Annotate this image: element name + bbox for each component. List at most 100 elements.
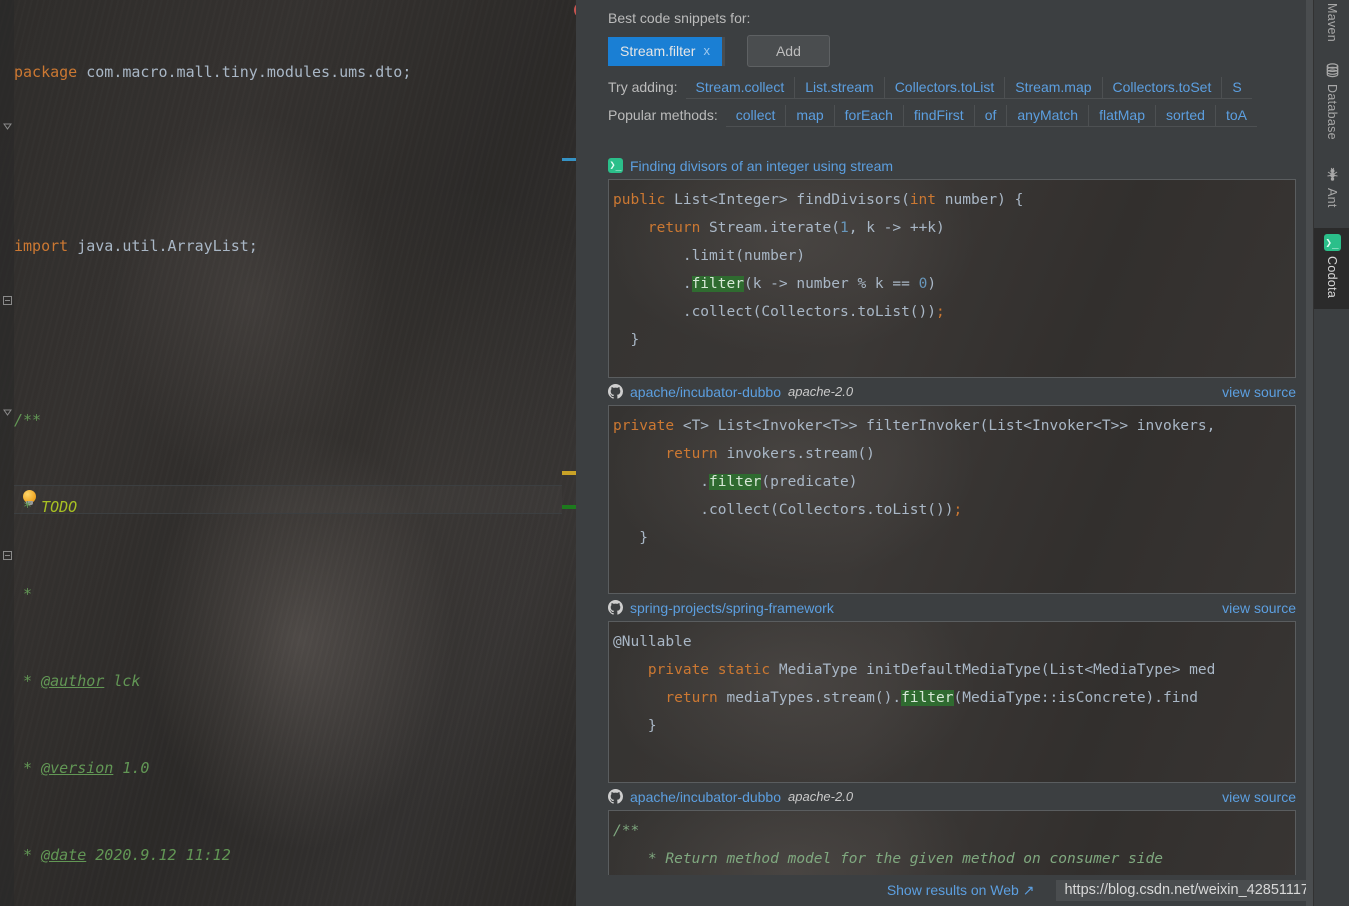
view-source-link[interactable]: view source — [1222, 600, 1296, 616]
code-line: import java.util.ArrayList; — [14, 232, 562, 261]
fold-marker-javadoc-end[interactable] — [3, 296, 12, 305]
snippet-code-line: .filter(k -> number % k == 0) — [613, 270, 1295, 298]
github-icon — [608, 600, 623, 615]
tool-button-maven[interactable]: Maven — [1314, 0, 1349, 45]
snippet-code-line: return invokers.stream() — [613, 440, 1295, 468]
fold-marker-javadoc[interactable] — [3, 122, 12, 131]
snippet-code-block[interactable]: @Nullable private static MediaType initD… — [608, 621, 1296, 783]
javadoc-star: * — [14, 846, 33, 864]
editor-gutter[interactable] — [0, 0, 14, 906]
github-icon — [608, 789, 623, 804]
chip-label: Stream.filter — [620, 42, 696, 59]
snippet-code-block[interactable]: public List<Integer> findDivisors(int nu… — [608, 179, 1296, 378]
fold-marker-method[interactable] — [3, 408, 12, 417]
try-adding-label: Try adding: — [608, 79, 678, 95]
github-icon — [608, 384, 623, 399]
popular-method-link[interactable]: forEach — [833, 105, 903, 126]
panel-title: Best code snippets for: — [608, 10, 751, 26]
javadoc-tag-version: @version — [41, 759, 114, 777]
snippet-card[interactable]: apache/incubator-dubbo apache-2.0 view sou… — [598, 378, 1306, 594]
javadoc-tag-author: @author — [41, 672, 105, 690]
javadoc-star: * — [14, 672, 33, 690]
fold-marker-method-end[interactable] — [3, 551, 12, 560]
snippet-code-line: * Return method model for the given meth… — [613, 845, 1295, 873]
snippet-code-line: } — [613, 524, 1295, 552]
popular-method-link[interactable]: of — [973, 105, 1007, 126]
popular-method-link[interactable]: findFirst — [902, 105, 974, 126]
snippet-repo-name[interactable]: spring-projects/spring-framework — [630, 600, 834, 616]
query-chip-row: Stream.filter x Add — [608, 35, 1303, 67]
tool-label: Codota — [1325, 256, 1339, 299]
view-source-link[interactable]: view source — [1222, 384, 1296, 400]
code-editor[interactable]: package com.macro.mall.tiny.modules.ums.… — [0, 0, 598, 906]
code-text: .collect(Collectors.toList()) — [613, 502, 954, 518]
snippet-card[interactable]: ❯_ Finding divisors of an integer using s… — [598, 152, 1306, 378]
popular-methods-row: Popular methods: collect map forEach fin… — [608, 105, 1303, 127]
editor-marker-strip[interactable] — [562, 0, 576, 906]
highlighted-method: filter — [901, 690, 954, 706]
tool-label: Ant — [1325, 188, 1339, 208]
javadoc-author-value: lck — [104, 672, 141, 690]
marker-warning[interactable] — [562, 471, 576, 475]
snippet-code-line: .collect(Collectors.toList()); — [613, 298, 1295, 326]
code-number: 0 — [918, 276, 928, 292]
code-keyword: ; — [953, 502, 963, 518]
snippet-code-block[interactable]: private <T> List<Invoker<T>> filterInvok… — [608, 405, 1296, 594]
popular-methods-label: Popular methods: — [608, 107, 718, 123]
popular-method-link[interactable]: flatMap — [1088, 105, 1155, 126]
close-icon[interactable]: x — [703, 43, 710, 59]
snippet-list[interactable]: ❯_ Finding divisors of an integer using s… — [598, 152, 1306, 906]
editor-scrollbar[interactable] — [576, 0, 598, 906]
code-number: 1 — [840, 220, 849, 236]
try-adding-link-truncated[interactable]: S — [1221, 77, 1251, 98]
try-adding-link[interactable]: Stream.collect — [686, 77, 795, 98]
snippet-license: apache-2.0 — [788, 789, 854, 804]
snippet-repo-name[interactable]: apache/incubator-dubbo — [630, 384, 781, 400]
tool-button-database[interactable]: Database — [1314, 56, 1349, 143]
snippet-code-line: private <T> List<Invoker<T>> filterInvok… — [613, 412, 1295, 440]
try-adding-link[interactable]: List.stream — [794, 77, 883, 98]
snippet-code-line: .filter(predicate) — [613, 468, 1295, 496]
snippet-code-lines: /** * Return method model for the given … — [613, 817, 1295, 873]
snippet-repo-name[interactable]: apache/incubator-dubbo — [630, 789, 781, 805]
try-adding-link[interactable]: Collectors.toSet — [1101, 77, 1222, 98]
snippet-code-line: public List<Integer> findDivisors(int nu… — [613, 186, 1295, 214]
popular-method-link-truncated[interactable]: toA — [1214, 105, 1257, 126]
snippet-card[interactable]: spring-projects/spring-framework view sou… — [598, 594, 1306, 783]
snippet-code-lines: private <T> List<Invoker<T>> filterInvok… — [613, 412, 1295, 552]
snippet-code-line: .limit(number) — [613, 242, 1295, 270]
snippet-code-line: return mediaTypes.stream().filter(MediaT… — [613, 684, 1295, 712]
popular-method-link[interactable]: sorted — [1155, 105, 1215, 126]
code-text: .limit(number) — [613, 248, 806, 264]
snippet-card[interactable]: apache/incubator-dubbo apache-2.0 view sou… — [598, 783, 1306, 882]
code-text: number) { — [936, 192, 1024, 208]
right-tool-window-bar: Maven Database Ant ❯_ Codota — [1313, 0, 1349, 906]
code-text: Stream.iterate( — [700, 220, 840, 236]
show-results-on-web-link[interactable]: Show results on Web ↗ — [887, 882, 1035, 899]
highlighted-method: filter — [709, 474, 762, 490]
add-button[interactable]: Add — [746, 35, 830, 67]
tool-button-codota[interactable]: ❯_ Codota — [1314, 228, 1349, 310]
code-text: (predicate) — [761, 474, 858, 490]
editor-text[interactable]: package com.macro.mall.tiny.modules.ums.… — [14, 0, 562, 906]
try-adding-links: Stream.collect List.stream Collectors.to… — [685, 77, 1252, 99]
query-chip-stream-filter[interactable]: Stream.filter x — [608, 36, 725, 66]
codota-panel-header: Best code snippets for: Stream.filter x … — [598, 0, 1313, 127]
marker-change[interactable] — [562, 505, 576, 509]
try-adding-link[interactable]: Stream.map — [1004, 77, 1101, 98]
try-adding-link[interactable]: Collectors.toList — [883, 77, 1005, 98]
codota-panel: Best code snippets for: Stream.filter x … — [598, 0, 1313, 906]
tool-label: Maven — [1325, 3, 1339, 43]
javadoc-tag-date: @date — [41, 846, 87, 864]
code-text: , k -> ++k) — [848, 220, 945, 236]
popular-method-link[interactable]: map — [785, 105, 833, 126]
tool-button-ant[interactable]: Ant — [1314, 160, 1349, 211]
popular-method-link[interactable]: anyMatch — [1006, 105, 1088, 126]
marker-info[interactable] — [562, 158, 576, 161]
snippet-title[interactable]: Finding divisors of an integer using str… — [630, 158, 893, 174]
code-line: * @version 1.0 — [14, 754, 562, 783]
snippet-code-block[interactable]: /** * Return method model for the given … — [608, 810, 1296, 882]
popular-method-link[interactable]: collect — [726, 105, 786, 126]
view-source-link[interactable]: view source — [1222, 789, 1296, 805]
